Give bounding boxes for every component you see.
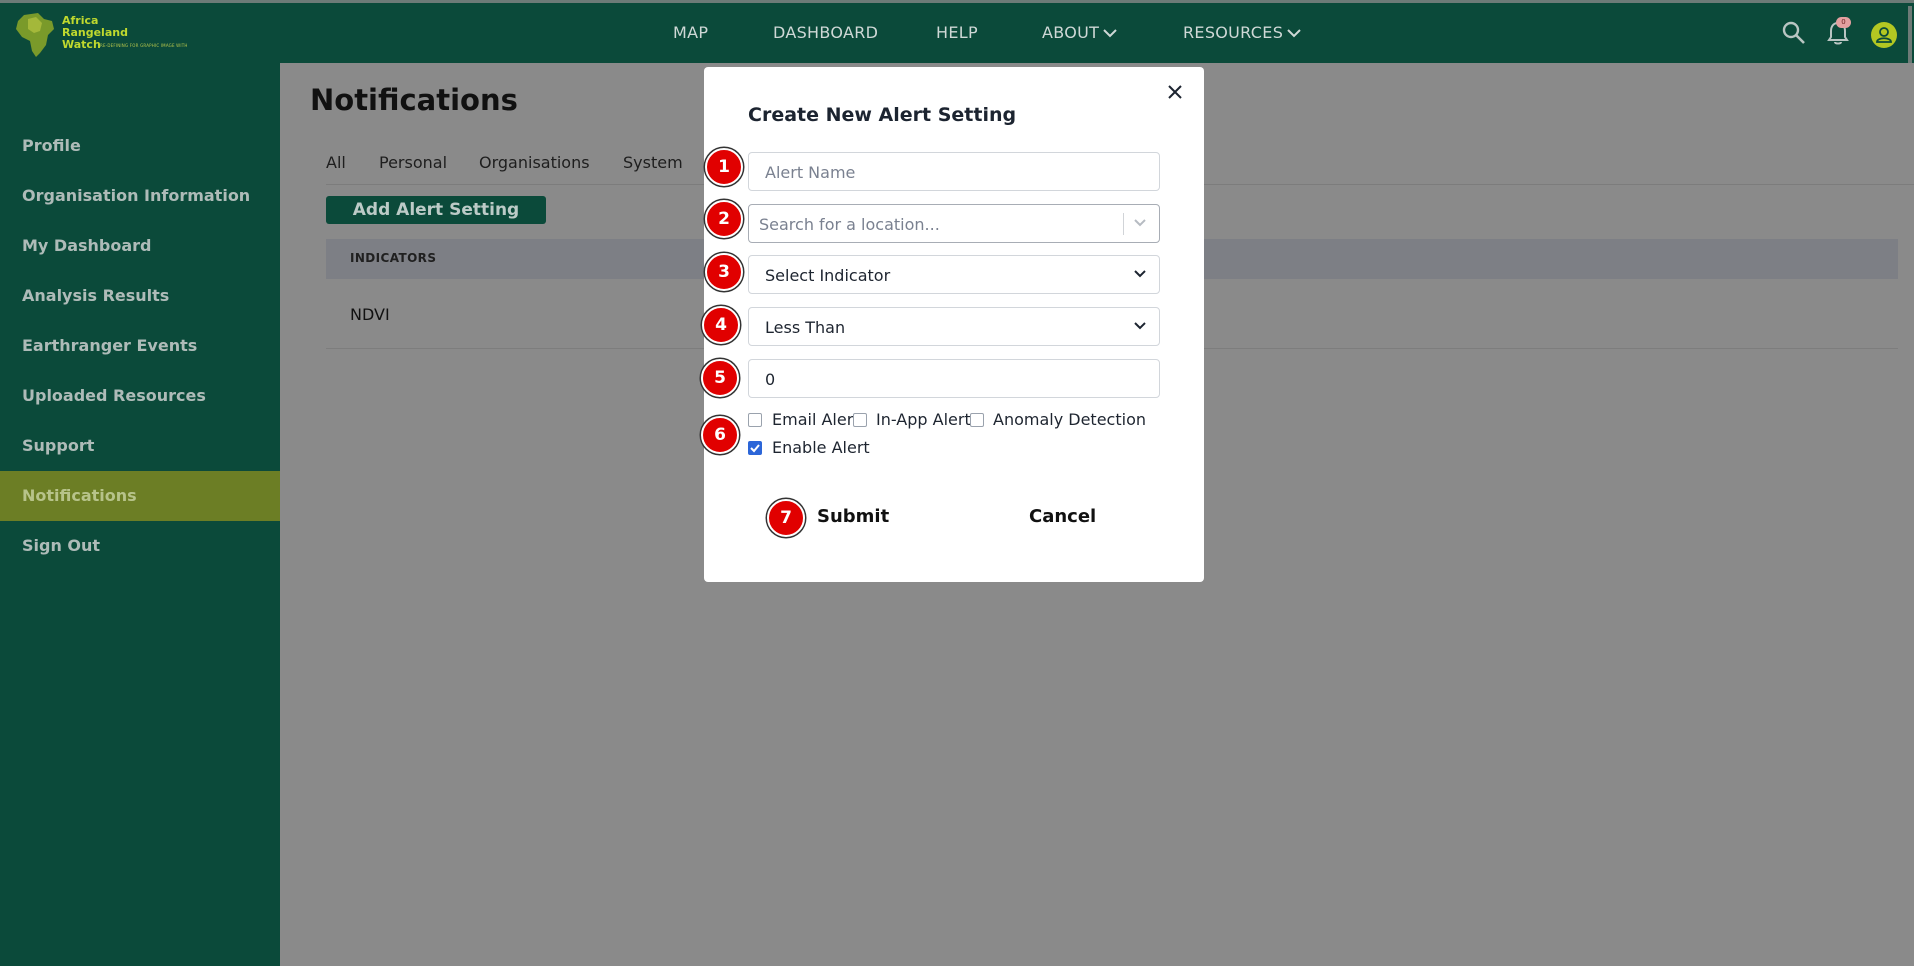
nav-about[interactable]: ABOUT: [1042, 23, 1117, 42]
annotation-marker: 2: [705, 200, 743, 238]
threshold-input[interactable]: 0: [748, 359, 1160, 398]
anomaly-detection-label: Anomaly Detection: [993, 410, 1146, 429]
sidebar-item-analysis-results[interactable]: Analysis Results: [0, 271, 280, 321]
annotation-marker: 5: [701, 359, 739, 397]
logo-tagline: RE-DEFINING FOR GRAPHIC IMAGE WITH: [100, 43, 188, 48]
column-header-indicators: INDICATORS: [350, 251, 437, 265]
alert-name-placeholder: Alert Name: [765, 163, 856, 182]
scrollbar[interactable]: [1908, 6, 1912, 66]
tab-organisations[interactable]: Organisations: [479, 153, 590, 172]
sidebar-item-notifications[interactable]: Notifications: [0, 471, 280, 521]
chevron-down-icon[interactable]: [1133, 218, 1147, 228]
top-navigation-bar: Africa Rangeland Watch RE-DEFINING FOR G…: [0, 0, 1914, 66]
tab-all[interactable]: All: [326, 153, 346, 172]
select-separator: [1123, 213, 1124, 235]
sidebar-item-profile[interactable]: Profile: [0, 121, 280, 171]
africa-map-icon: [16, 13, 54, 57]
tab-personal[interactable]: Personal: [379, 153, 447, 172]
threshold-value: 0: [765, 370, 776, 389]
email-alert-checkbox[interactable]: [748, 413, 762, 427]
nav-resources-label: RESOURCES: [1183, 23, 1284, 42]
sidebar-item-organisation-information[interactable]: Organisation Information: [0, 171, 280, 221]
condition-value: Less Than: [765, 318, 846, 337]
modal-title: Create New Alert Setting: [748, 104, 1017, 126]
user-avatar[interactable]: [1871, 22, 1897, 48]
table-cell-indicator: NDVI: [350, 305, 390, 324]
close-icon[interactable]: [1166, 83, 1184, 101]
sidebar-item-sign-out[interactable]: Sign Out: [0, 521, 280, 571]
chevron-down-icon: [1103, 28, 1117, 37]
sidebar-item-support[interactable]: Support: [0, 421, 280, 471]
submit-button[interactable]: Submit: [817, 506, 889, 527]
tab-system[interactable]: System: [623, 153, 683, 172]
nav-map[interactable]: MAP: [673, 23, 708, 42]
annotation-marker: 4: [702, 306, 740, 344]
sidebar-item-earthranger-events[interactable]: Earthranger Events: [0, 321, 280, 371]
chevron-down-icon: [1134, 322, 1146, 330]
location-placeholder: Search for a location...: [759, 215, 940, 234]
indicator-value: Select Indicator: [765, 266, 891, 285]
chevron-down-icon: [1287, 28, 1301, 37]
location-search-select[interactable]: Search for a location...: [748, 204, 1160, 243]
annotation-marker: 6: [701, 416, 739, 454]
checkmark-icon: [750, 444, 760, 453]
anomaly-detection-checkbox[interactable]: [970, 413, 984, 427]
indicator-select[interactable]: Select Indicator: [748, 255, 1160, 294]
nav-dashboard[interactable]: DASHBOARD: [773, 23, 878, 42]
page-title: Notifications: [310, 83, 518, 117]
search-icon[interactable]: [1782, 21, 1806, 45]
annotation-marker: 3: [705, 253, 743, 291]
nav-about-label: ABOUT: [1042, 23, 1100, 42]
in-app-alert-label: In-App Alert: [876, 410, 971, 429]
annotation-marker: 1: [705, 148, 743, 186]
enable-alert-label: Enable Alert: [772, 438, 870, 457]
condition-select[interactable]: Less Than: [748, 307, 1160, 346]
nav-resources[interactable]: RESOURCES: [1183, 23, 1301, 42]
sidebar-item-my-dashboard[interactable]: My Dashboard: [0, 221, 280, 271]
annotation-marker: 7: [767, 499, 805, 537]
alert-name-input[interactable]: Alert Name: [748, 152, 1160, 191]
chevron-down-icon: [1134, 270, 1146, 278]
email-alert-label: Email Alert: [772, 410, 860, 429]
nav-help[interactable]: HELP: [936, 23, 978, 42]
add-alert-setting-button[interactable]: Add Alert Setting: [326, 196, 546, 224]
africa-rangeland-watch-logo[interactable]: Africa Rangeland Watch RE-DEFINING FOR G…: [14, 9, 194, 59]
notification-count-badge: 0: [1836, 17, 1851, 28]
enable-alert-checkbox[interactable]: [748, 441, 762, 455]
cancel-button[interactable]: Cancel: [1029, 506, 1096, 527]
sidebar-item-uploaded-resources[interactable]: Uploaded Resources: [0, 371, 280, 421]
in-app-alert-checkbox[interactable]: [853, 413, 867, 427]
user-icon: [1876, 27, 1892, 43]
sidebar: Profile Organisation Information My Dash…: [0, 63, 280, 966]
